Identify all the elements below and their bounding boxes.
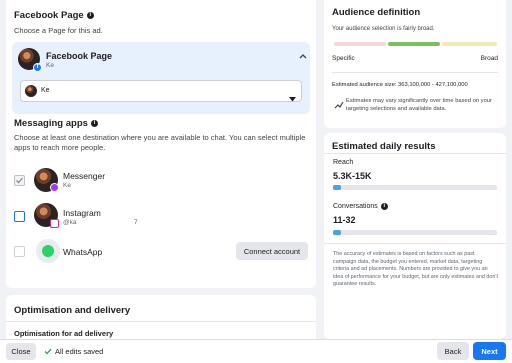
reach-bar [333,185,497,190]
save-status: All edits saved [44,347,103,356]
page-handle: Ke [46,62,54,69]
messaging-apps-heading: Messaging apps i [14,118,98,129]
audience-broad-label: Broad [480,55,498,62]
facebook-page-heading: Facebook Page i [14,10,94,21]
whatsapp-icon-bg [36,239,60,263]
conversations-bar-fill [333,230,342,235]
audience-title: Audience definition [332,7,421,18]
info-icon[interactable]: i [90,120,98,127]
optimisation-field-label: Optimisation for ad delivery [14,329,114,338]
page-header-row[interactable]: f Facebook Page Ke [12,42,310,74]
messenger-detail: Ke [63,182,71,189]
audience-size: Estimated audience size: 363,100,000 - 4… [332,82,468,88]
list-item[interactable]: Instagram @ka 7 [6,201,316,235]
optimisation-card: Optimisation and delivery Optimisation f… [6,295,316,345]
conversations-bar [333,230,497,235]
next-button[interactable]: Next [473,342,506,360]
audience-meter-specific [334,42,386,46]
info-icon[interactable]: i [86,12,94,19]
saved-label: All edits saved [55,347,104,356]
facebook-page-subtitle: Choose a Page for this ad. [14,26,103,35]
info-icon[interactable]: i [380,203,388,210]
dropdown-caret-icon [289,89,296,107]
messenger-label: Messenger [63,171,106,181]
instagram-logo-icon [50,219,59,228]
audience-definition-card: Audience definition Your audience select… [324,0,506,128]
whatsapp-checkbox[interactable] [14,246,25,257]
footer-bar: Close All edits saved Back Next [0,339,512,363]
messenger-logo-icon [50,183,59,192]
divider [324,153,506,154]
whatsapp-logo-icon [42,245,54,257]
page-name: Facebook Page [46,51,113,61]
check-icon [44,348,52,355]
reach-bar-fill [333,185,342,190]
divider [6,321,316,322]
audience-meter-broad [442,42,497,46]
audience-meter-fill [388,42,440,46]
page-select[interactable]: Ke [20,80,302,102]
trend-icon [334,97,344,115]
instagram-label: Instagram [63,208,101,218]
facebook-page-title: Facebook Page [14,10,84,21]
conversations-value: 11-32 [333,215,356,225]
instagram-detail: @ka [63,219,77,226]
list-item[interactable]: Messenger Ke [6,164,316,198]
daily-results-title: Estimated daily results [332,141,436,152]
list-item: WhatsApp Connect account [6,238,316,266]
chevron-up-icon[interactable] [299,52,307,61]
divider [324,243,506,244]
facebook-logo-icon: f [33,63,42,72]
audience-heading: Audience definition [332,7,420,18]
page-selector-panel: f Facebook Page Ke Ke [12,42,310,114]
ad-settings-card: Facebook Page i Choose a Page for this a… [6,0,316,288]
divider [332,72,498,73]
instagram-checkbox[interactable] [14,211,25,222]
daily-results-heading: Estimated daily results [332,141,435,152]
messaging-apps-subtitle: Choose at least one destination where yo… [14,133,306,152]
messenger-checkbox[interactable] [14,175,25,186]
conversations-heading: Conversations i [333,203,388,210]
page-select-value: Ke [41,87,50,94]
audience-specific-label: Specific [332,55,355,62]
optimisation-title: Optimisation and delivery [14,305,131,316]
close-button[interactable]: Close [6,343,36,360]
whatsapp-label: WhatsApp [63,247,103,257]
results-disclaimer: The accuracy of estimates is based on fa… [333,251,498,288]
connect-account-button[interactable]: Connect account [236,242,308,260]
back-button[interactable]: Back [437,342,469,360]
conversations-label: Conversations [333,203,378,210]
reach-value: 5.3K-15K [333,171,372,181]
daily-results-card: Estimated daily results Reach 5.3K-15K C… [324,133,506,339]
audience-status: Your audience selection is fairly broad. [332,26,435,32]
reach-label: Reach [333,159,354,166]
select-page-avatar [25,85,37,97]
audience-note: Estimates may vary significantly over ti… [346,98,492,112]
messaging-apps-title: Messaging apps [14,118,88,129]
instagram-detail-suffix: 7 [134,219,138,226]
